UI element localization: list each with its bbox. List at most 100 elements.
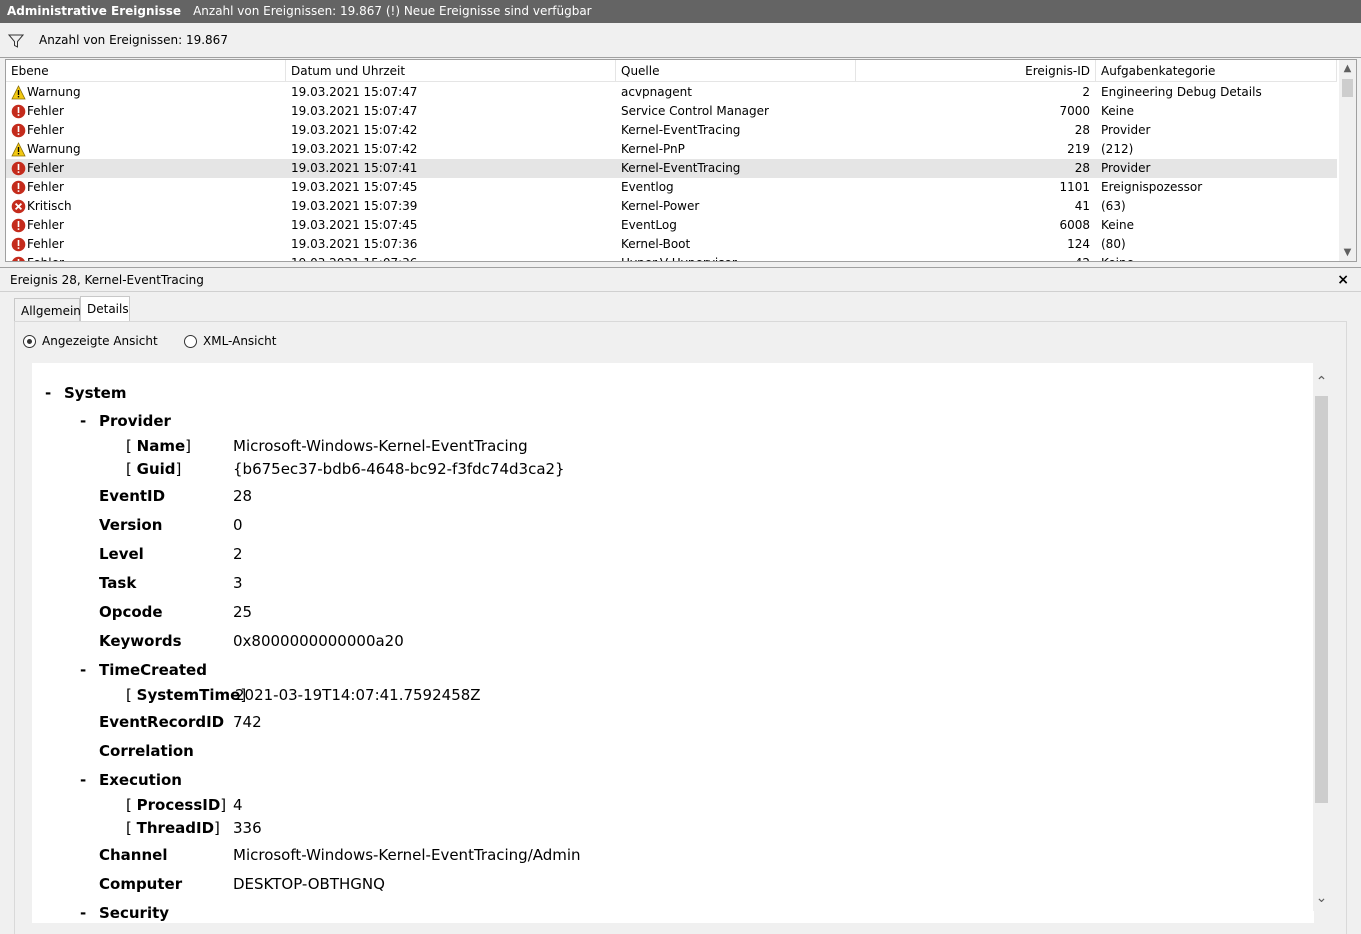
- cell-level: Fehler: [9, 159, 284, 178]
- title-bar: Administrative Ereignisse Anzahl von Erei…: [0, 0, 1361, 23]
- collapse-security-toggle[interactable]: -: [80, 904, 86, 922]
- column-header-level[interactable]: Ebene: [6, 60, 286, 82]
- level-label: Warnung: [27, 142, 81, 156]
- scroll-up-icon[interactable]: ▲: [1339, 60, 1356, 77]
- key-task: Task: [99, 574, 137, 592]
- event-list-scrollbar[interactable]: ▲ ▼: [1339, 60, 1356, 261]
- table-row[interactable]: Fehler 19.03.2021 15:07:36 Kernel-Boot 124 (…: [6, 235, 1337, 254]
- cell-date: 19.03.2021 15:07:47: [291, 85, 418, 99]
- node-provider: Provider: [99, 412, 171, 430]
- value-threadid: 336: [233, 819, 262, 837]
- cell-level: Fehler: [9, 216, 284, 235]
- value-version: 0: [233, 516, 243, 534]
- key-keywords: Keywords: [99, 632, 182, 650]
- detail-scroll-thumb[interactable]: [1315, 396, 1328, 803]
- tab-general[interactable]: Allgemein: [14, 298, 81, 322]
- table-row[interactable]: Fehler 19.03.2021 15:07:47 Service Control…: [6, 102, 1337, 121]
- value-level: 2: [233, 545, 243, 563]
- key-computer: Computer: [99, 875, 183, 893]
- event-count-notice: Anzahl von Ereignissen: 19.867 (!) Neue …: [193, 4, 592, 18]
- table-row[interactable]: Fehler 19.03.2021 15:07:45 Eventlog 1101 Ere…: [6, 178, 1337, 197]
- warning-icon: [11, 85, 26, 100]
- radio-selected-icon[interactable]: [23, 335, 36, 348]
- level-label: Fehler: [27, 256, 64, 261]
- key-opcode: Opcode: [99, 603, 163, 621]
- key-level: Level: [99, 545, 144, 563]
- value-keywords: 0x8000000000000a20: [233, 632, 404, 650]
- cell-level: Fehler: [9, 254, 284, 261]
- cell-level: Kritisch: [9, 197, 284, 216]
- cell-level: Warnung: [9, 140, 284, 159]
- node-security: Security: [99, 904, 170, 922]
- event-detail-header: Ereignis 28, Kernel-EventTracing ×: [0, 267, 1361, 292]
- cell-task-category: Keine: [1101, 254, 1337, 261]
- scroll-down-icon[interactable]: ▼: [1339, 244, 1356, 261]
- value-processid: 4: [233, 796, 243, 814]
- table-row[interactable]: Warnung 19.03.2021 15:07:47 acvpnagent 2 Eng…: [6, 83, 1337, 102]
- cell-date: 19.03.2021 15:07:42: [291, 123, 418, 137]
- table-row[interactable]: Kritisch 19.03.2021 15:07:39 Kernel-Power 4…: [6, 197, 1337, 216]
- cell-date: 19.03.2021 15:07:41: [291, 161, 418, 175]
- key-eventrecordid: EventRecordID: [99, 713, 225, 731]
- value-eventid: 28: [233, 487, 253, 505]
- key-correlation: Correlation: [99, 742, 194, 760]
- event-rows: Warnung 19.03.2021 15:07:47 acvpnagent 2 Eng…: [6, 83, 1337, 261]
- radio-unselected-icon[interactable]: [184, 335, 197, 348]
- xml-view-label: XML-Ansicht: [203, 334, 277, 348]
- attr-guid: [ Guid]: [126, 460, 182, 478]
- table-row[interactable]: Fehler 19.03.2021 15:07:45 EventLog 6008 Kei…: [6, 216, 1337, 235]
- cell-source: Kernel-PnP: [621, 142, 685, 156]
- cell-event-id: 1101: [1059, 180, 1090, 194]
- scroll-up-icon[interactable]: ⌃: [1313, 373, 1330, 391]
- level-label: Fehler: [27, 180, 64, 194]
- cell-event-id: 2: [1082, 85, 1090, 99]
- event-list[interactable]: Ebene Datum und Uhrzeit Quelle Ereignis-…: [5, 59, 1357, 262]
- cell-level: Fehler: [9, 178, 284, 197]
- value-provider-name: Microsoft-Windows-Kernel-EventTracing: [233, 437, 528, 455]
- cell-date: 19.03.2021 15:07:36: [291, 237, 418, 251]
- collapse-system-toggle[interactable]: -: [45, 384, 51, 402]
- cell-task-category: Engineering Debug Details: [1101, 85, 1262, 99]
- table-row[interactable]: Fehler 19.03.2021 15:07:36 Hyper-V-Hypervi…: [6, 254, 1337, 261]
- cell-source: Eventlog: [621, 180, 674, 194]
- warning-icon: [11, 142, 26, 157]
- cell-source: EventLog: [621, 218, 677, 232]
- attr-systemtime: [ SystemTime]: [126, 686, 247, 704]
- table-row[interactable]: Warnung 19.03.2021 15:07:42 Kernel-PnP 219 (…: [6, 140, 1337, 159]
- collapse-timecreated-toggle[interactable]: -: [80, 661, 86, 679]
- value-systemtime: 2021-03-19T14:07:41.7592458Z: [235, 686, 481, 704]
- error-icon: [11, 218, 26, 233]
- cell-task-category: Ereignispozessor: [1101, 180, 1203, 194]
- table-row[interactable]: Fehler 19.03.2021 15:07:42 Kernel-EventTra…: [6, 121, 1337, 140]
- error-icon: [11, 237, 26, 252]
- node-system: System: [64, 384, 127, 402]
- filter-icon[interactable]: [8, 33, 24, 49]
- cell-task-category: Provider: [1101, 123, 1151, 137]
- key-channel: Channel: [99, 846, 168, 864]
- column-header-task-category[interactable]: Aufgabenkategorie: [1096, 60, 1337, 82]
- cell-task-category: Keine: [1101, 218, 1134, 232]
- cell-date: 19.03.2021 15:07:45: [291, 180, 418, 194]
- scroll-down-icon[interactable]: ⌄: [1313, 889, 1330, 907]
- event-xml-tree: - System - Provider [ Name] Microsoft-Wi…: [32, 363, 1314, 923]
- column-header-date[interactable]: Datum und Uhrzeit: [286, 60, 616, 82]
- cell-level: Fehler: [9, 102, 284, 121]
- level-label: Fehler: [27, 218, 64, 232]
- table-row[interactable]: Fehler 19.03.2021 15:07:41 Kernel-EventTra…: [6, 159, 1337, 178]
- close-icon[interactable]: ×: [1337, 268, 1349, 292]
- collapse-execution-toggle[interactable]: -: [80, 771, 86, 789]
- collapse-provider-toggle[interactable]: -: [80, 412, 86, 430]
- cell-date: 19.03.2021 15:07:47: [291, 104, 418, 118]
- cell-task-category: Provider: [1101, 161, 1151, 175]
- value-opcode: 25: [233, 603, 253, 621]
- level-label: Fehler: [27, 161, 64, 175]
- level-label: Fehler: [27, 123, 64, 137]
- column-header-source[interactable]: Quelle: [616, 60, 856, 82]
- detail-scrollbar[interactable]: ⌃ ⌄: [1313, 363, 1330, 911]
- cell-source: Kernel-EventTracing: [621, 161, 741, 175]
- cell-task-category: Keine: [1101, 104, 1134, 118]
- cell-date: 19.03.2021 15:07:45: [291, 218, 418, 232]
- column-header-event-id[interactable]: Ereignis-ID: [856, 60, 1096, 82]
- scroll-thumb[interactable]: [1342, 79, 1353, 97]
- tab-details[interactable]: Details: [80, 296, 130, 322]
